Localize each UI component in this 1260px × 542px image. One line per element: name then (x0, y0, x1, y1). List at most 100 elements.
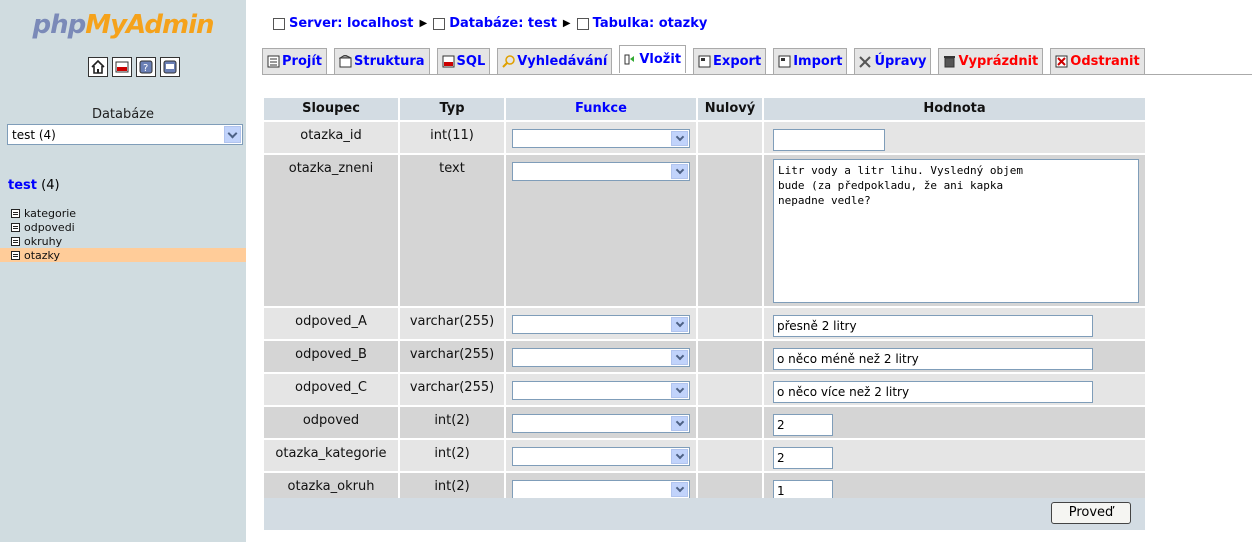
form-footer: Proveď (264, 498, 1145, 530)
value-textarea[interactable]: Litr vody a litr lihu. Vysledný objem bu… (773, 159, 1139, 303)
field-name: odpoved_A (264, 308, 398, 339)
column-header-function[interactable]: Funkce (506, 98, 696, 120)
tab-label: Odstranit (1070, 54, 1140, 69)
function-select[interactable] (512, 447, 690, 466)
function-select[interactable] (512, 129, 690, 148)
table-icon[interactable] (11, 250, 20, 260)
null-cell (698, 122, 762, 153)
database-link-count: (4) (41, 178, 60, 193)
value-cell: Litr vody a litr lihu. Vysledný objem bu… (764, 155, 1145, 306)
chevron-down-icon[interactable] (671, 416, 688, 431)
table-item-otazky[interactable]: otazky (0, 248, 246, 262)
null-cell (698, 374, 762, 405)
chevron-down-icon[interactable] (671, 317, 688, 332)
value-cell: o něco více než 2 litry (764, 374, 1145, 405)
field-name: otazka_zneni (264, 155, 398, 306)
breadcrumb-separator-icon: ▶ (419, 18, 428, 29)
table-icon[interactable] (11, 222, 20, 232)
tab-label: Import (793, 54, 843, 69)
insert-icon (624, 53, 637, 66)
breadcrumb-database[interactable]: Databáze: test (449, 16, 557, 31)
tab-operations[interactable]: Úpravy (854, 48, 932, 74)
table-item-okruhy[interactable]: okruhy (0, 234, 246, 248)
table-icon[interactable] (11, 236, 20, 246)
tab-search[interactable]: Vyhledávání (497, 48, 613, 74)
tab-structure[interactable]: Struktura (334, 48, 430, 74)
null-cell (698, 407, 762, 438)
tab-empty[interactable]: Vyprázdnit (938, 48, 1044, 74)
function-cell (506, 440, 696, 471)
function-cell (506, 308, 696, 339)
field-type: varchar(255) (400, 341, 504, 372)
function-select[interactable] (512, 480, 690, 499)
submit-button[interactable]: Proveď (1051, 502, 1131, 524)
function-select[interactable] (512, 381, 690, 400)
null-cell (698, 440, 762, 471)
field-type: text (400, 155, 504, 306)
chevron-down-icon[interactable] (671, 383, 688, 398)
help-icon[interactable]: ? (136, 57, 156, 77)
table-item-odpovedi[interactable]: odpovedi (0, 220, 246, 234)
logo-myadmin-text: MyAdmin (85, 10, 214, 40)
table-icon[interactable] (11, 208, 20, 218)
database-link-name[interactable]: test (8, 178, 37, 193)
logo-php-text: php (32, 10, 86, 40)
function-cell (506, 122, 696, 153)
field-name: otazka_id (264, 122, 398, 153)
table-row: otazka_zneni text Litr vody a litr lihu.… (264, 155, 1145, 306)
table-row: odpoved_C varchar(255) o něco více než 2… (264, 374, 1145, 405)
chevron-down-icon[interactable] (671, 482, 688, 497)
chevron-down-icon[interactable] (671, 164, 688, 179)
field-name: odpoved (264, 407, 398, 438)
table-header: Sloupec Typ Funkce Nulový Hodnota (264, 98, 1145, 120)
tab-import[interactable]: Import (773, 48, 848, 74)
null-cell (698, 308, 762, 339)
tab-sql[interactable]: SQL (436, 48, 491, 74)
drop-icon (1055, 55, 1068, 68)
empty-icon (943, 55, 956, 68)
database-select[interactable]: test (4) (7, 124, 243, 145)
function-select[interactable] (512, 348, 690, 367)
breadcrumb-table[interactable]: Tabulka: otazky (593, 16, 708, 31)
value-cell (764, 122, 1145, 153)
home-icon[interactable] (88, 57, 108, 77)
tab-drop[interactable]: Odstranit (1050, 48, 1145, 74)
tab-export[interactable]: Export (693, 48, 767, 74)
function-select[interactable] (512, 162, 690, 181)
tab-browse[interactable]: Projít (262, 48, 327, 74)
value-input[interactable] (773, 129, 885, 151)
chevron-down-icon[interactable] (224, 126, 241, 143)
value-input[interactable]: 2 (773, 414, 833, 436)
tab-label: SQL (456, 54, 486, 69)
breadcrumb: Server: localhost ▶ Databáze: test ▶ Tab… (273, 16, 707, 31)
value-cell: 2 (764, 440, 1145, 471)
table-item-kategorie[interactable]: kategorie (0, 206, 246, 220)
tab-insert[interactable]: Vložit (619, 45, 687, 73)
chevron-down-icon[interactable] (671, 449, 688, 464)
sql-icon[interactable] (112, 57, 132, 77)
breadcrumb-server[interactable]: Server: localhost (289, 16, 413, 31)
function-select[interactable] (512, 414, 690, 433)
value-input[interactable]: 2 (773, 447, 833, 469)
value-input[interactable]: přesně 2 litry (773, 315, 1093, 337)
database-select-value: test (4) (12, 128, 56, 142)
tab-divider (262, 74, 1252, 75)
table-item-label[interactable]: odpovedi (24, 221, 75, 234)
tab-label: Úpravy (874, 54, 927, 69)
chevron-down-icon[interactable] (671, 131, 688, 146)
search-icon (502, 55, 515, 68)
export-icon (698, 55, 711, 68)
phpmyadmin-logo[interactable]: phpMyAdmin (0, 10, 246, 40)
chevron-down-icon[interactable] (671, 350, 688, 365)
table-icon (576, 17, 589, 30)
table-item-label[interactable]: kategorie (24, 207, 76, 220)
table-item-label[interactable]: okruhy (24, 235, 62, 248)
table-row: otazka_id int(11) (264, 122, 1145, 153)
table-item-label[interactable]: otazky (24, 249, 60, 262)
database-link[interactable]: test (4) (8, 178, 60, 193)
value-input[interactable]: o něco méně než 2 litry (773, 348, 1093, 370)
function-select[interactable] (512, 315, 690, 334)
table-row: odpoved int(2) 2 (264, 407, 1145, 438)
value-input[interactable]: o něco více než 2 litry (773, 381, 1093, 403)
query-window-icon[interactable] (160, 57, 180, 77)
